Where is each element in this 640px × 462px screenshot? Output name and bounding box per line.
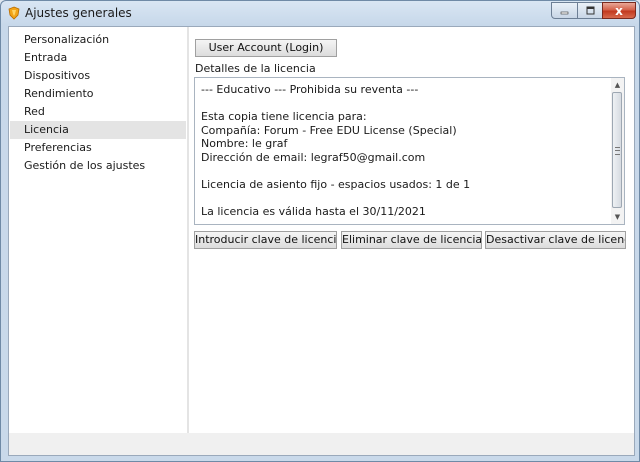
sidebar-item-red[interactable]: Red [10, 103, 186, 121]
status-bar [9, 433, 634, 455]
sidebar-item-preferencias[interactable]: Preferencias [10, 139, 186, 157]
sidebar-item-entrada[interactable]: Entrada [10, 49, 186, 67]
minimize-button[interactable] [551, 2, 578, 19]
maximize-button[interactable] [577, 2, 603, 19]
close-button[interactable]: x [602, 2, 636, 19]
license-details-box[interactable]: --- Educativo --- Prohibida su reventa -… [194, 77, 625, 225]
sidebar-item-gestion-ajustes[interactable]: Gestión de los ajustes [10, 157, 186, 175]
license-line [201, 191, 606, 205]
grip-icon [615, 147, 620, 155]
sidebar-item-dispositivos[interactable]: Dispositivos [10, 67, 186, 85]
license-line: Compañía: Forum - Free EDU License (Spec… [201, 123, 457, 137]
sidebar-item-personalizacion[interactable]: Personalización [10, 31, 186, 49]
deactivate-license-key-button[interactable]: Desactivar clave de licencia [485, 231, 626, 249]
license-line: Dirección de email: legraf50@gmail.com [201, 150, 426, 164]
title-bar[interactable]: Ajustes generales x [1, 1, 639, 25]
license-panel: User Account (Login) Detalles de la lice… [189, 27, 634, 433]
license-line [201, 97, 606, 111]
scrollbar-thumb[interactable] [612, 92, 622, 208]
settings-sidebar: Personalización Entrada Dispositivos Ren… [9, 27, 189, 433]
dialog-body: Personalización Entrada Dispositivos Ren… [8, 26, 635, 456]
vertical-scrollbar[interactable]: ▲ ▼ [611, 78, 624, 224]
license-line: Esta copia tiene licencia para: [201, 110, 367, 123]
license-line: La licencia es válida hasta el 30/11/202… [201, 204, 426, 218]
user-account-login-button[interactable]: User Account (Login) [195, 39, 337, 57]
scroll-down-arrow-icon[interactable]: ▼ [611, 211, 624, 223]
close-icon: x [615, 3, 623, 18]
license-line: Nombre: le graf [201, 137, 288, 150]
license-line [201, 164, 606, 178]
sidebar-item-rendimiento[interactable]: Rendimiento [10, 85, 186, 103]
scroll-up-arrow-icon[interactable]: ▲ [611, 79, 624, 91]
app-logo-icon [8, 6, 20, 20]
license-details-text: --- Educativo --- Prohibida su reventa -… [201, 83, 606, 218]
settings-window: Ajustes generales x Personalización Entr… [0, 0, 640, 462]
minimize-icon [560, 11, 569, 15]
sidebar-item-licencia[interactable]: Licencia [10, 121, 186, 139]
license-line: --- Educativo --- Prohibida su reventa -… [201, 83, 419, 96]
maximize-icon [586, 6, 594, 15]
license-details-label: Detalles de la licencia [195, 62, 316, 75]
enter-license-key-button[interactable]: Introducir clave de licencia [194, 231, 337, 249]
window-title: Ajustes generales [25, 6, 132, 20]
license-line: Licencia de asiento fijo - espacios usad… [201, 177, 471, 191]
remove-license-key-button[interactable]: Eliminar clave de licencia [341, 231, 482, 249]
